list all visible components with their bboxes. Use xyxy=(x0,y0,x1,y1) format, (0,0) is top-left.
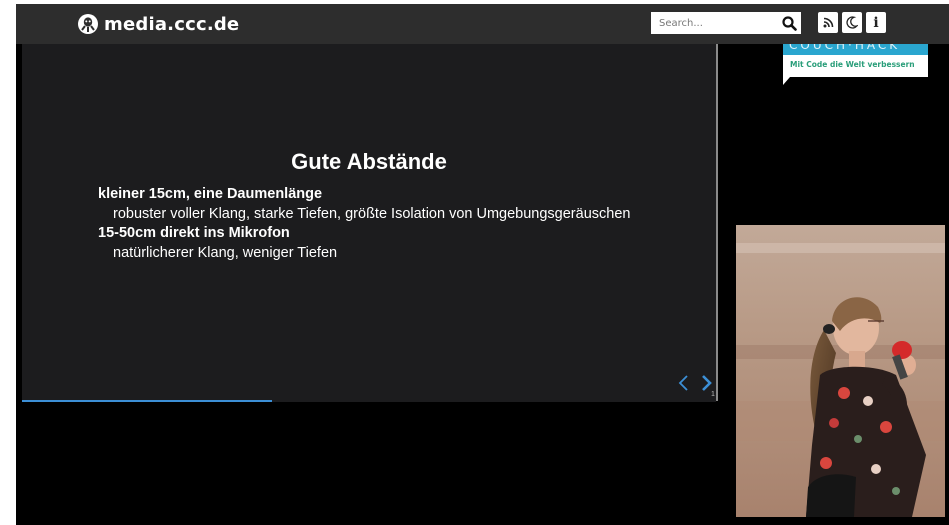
slide-title: Gute Abstände xyxy=(291,149,447,174)
speaker-video[interactable] xyxy=(736,225,945,517)
banner-tail xyxy=(783,77,790,85)
info-button[interactable]: i xyxy=(866,12,886,33)
site-header: media.ccc.de i xyxy=(16,4,949,44)
banner-slogan: Mit Code die Welt verbessern xyxy=(790,60,915,69)
slide-number: 1 xyxy=(711,391,715,398)
banner-headline: COUCH·HACK xyxy=(783,44,928,55)
banner-headline-text: COUCH·HACK xyxy=(789,44,901,52)
next-slide-icon[interactable] xyxy=(699,373,713,393)
player-frame: media.ccc.de i Gute Abstände xyxy=(16,4,949,525)
search-button[interactable] xyxy=(779,13,799,33)
dark-mode-button[interactable] xyxy=(842,12,862,33)
search-icon xyxy=(781,15,797,31)
slide-viewer[interactable]: Gute Abstände kleiner 15cm, eine Daumenl… xyxy=(22,44,716,401)
slide-divider xyxy=(716,44,718,401)
slide-progress-bar[interactable] xyxy=(22,400,716,402)
rss-button[interactable] xyxy=(818,12,838,33)
ccc-logo-icon xyxy=(78,14,98,34)
site-logo[interactable]: media.ccc.de xyxy=(77,13,239,35)
slide-bullet-2: 15-50cm direkt ins Mikrofon xyxy=(98,225,290,241)
slide-progress-fill xyxy=(22,400,272,402)
moon-icon xyxy=(846,16,858,29)
previous-slide-icon[interactable] xyxy=(677,373,691,393)
rss-icon xyxy=(823,17,833,28)
slide-subbullet-1: robuster voller Klang, starke Tiefen, gr… xyxy=(113,206,631,222)
slide-bullet-1: kleiner 15cm, eine Daumenlänge xyxy=(98,186,323,202)
site-name: media.ccc.de xyxy=(104,13,240,35)
event-banner[interactable]: COUCH·HACK Mit Code die Welt verbessern xyxy=(783,44,928,77)
info-icon: i xyxy=(873,14,879,31)
slide-subbullet-2: natürlicherer Klang, weniger Tiefen xyxy=(113,245,338,261)
